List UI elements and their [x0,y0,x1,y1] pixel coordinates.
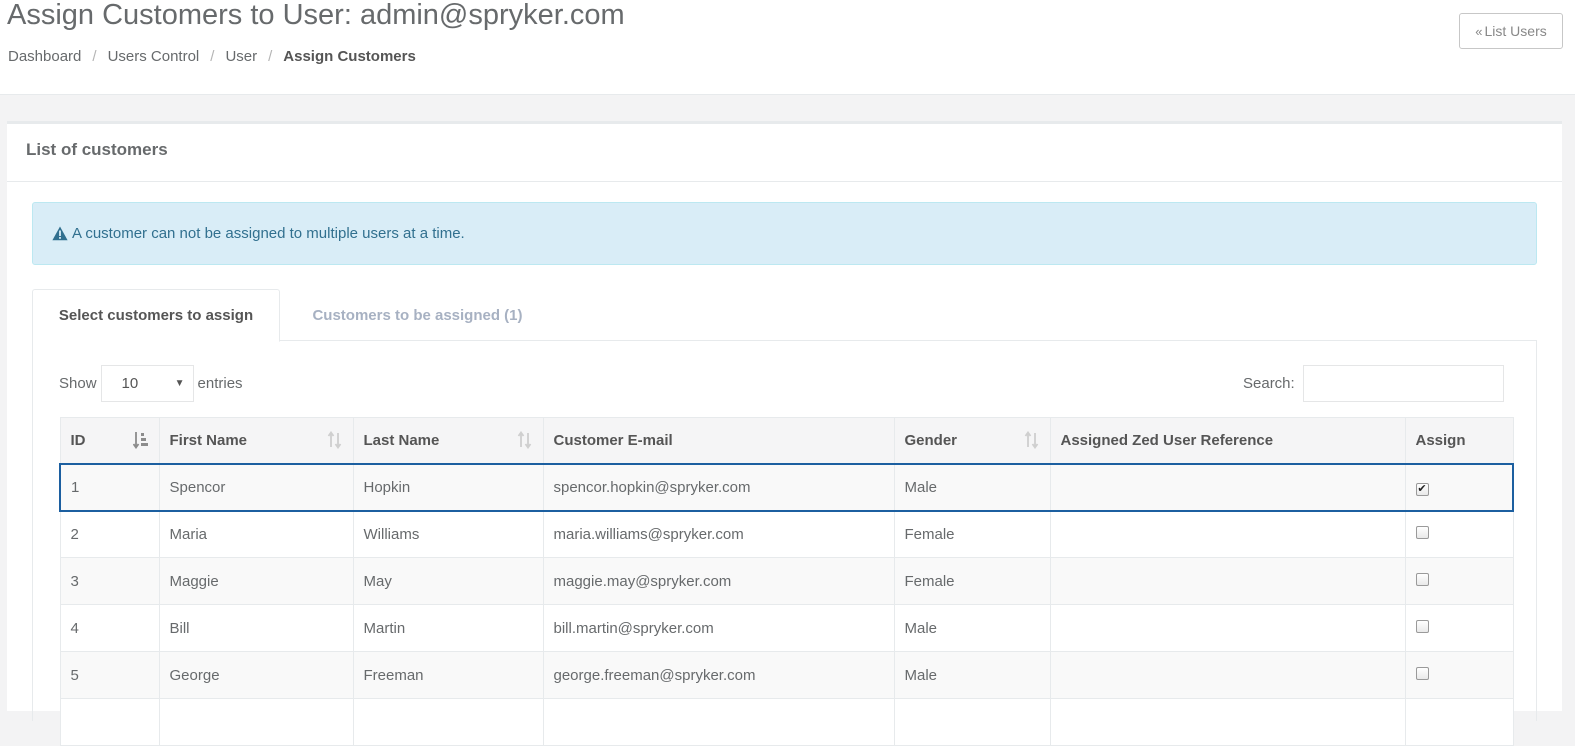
cell-email: maggie.may@spryker.com [542,557,895,605]
assign-checkbox[interactable] [1415,525,1429,539]
double-chevron-left-icon: « [1475,23,1483,39]
cell-zed-reference [1049,651,1406,699]
cell-email: george.freeman@spryker.com [542,651,895,699]
cell-id: 4 [59,604,160,652]
table-row[interactable]: 2 Maria Williams maria.williams@spryker.… [59,510,1514,558]
cell-last-name: Freeman [352,651,544,699]
cell-assign: ✔ [1404,462,1514,512]
cell-first-name: Bill [158,604,354,652]
column-header-last-name[interactable]: Last Name [352,417,544,464]
table-row[interactable]: 5 George Freeman george.freeman@spryker.… [59,651,1514,699]
show-label: Show [59,375,97,392]
alert-text: A customer can not be assigned to multip… [72,225,465,242]
customers-panel: List of customers A customer can not be … [7,121,1562,746]
search-label: Search: [1243,375,1295,392]
table-row[interactable]: 3 Maggie May maggie.may@spryker.com Fema… [59,557,1514,605]
entries-label: entries [197,375,243,392]
tab-panel: Show 10 ▼ entries Search: ID First Name … [32,341,1537,746]
breadcrumb-separator: / [92,48,97,65]
cell-gender: Male [893,462,1051,512]
panel-title: List of customers [7,124,1562,182]
cell-first-name: George [158,651,354,699]
cell-id: 3 [59,557,160,605]
search-control: Search: [1243,365,1504,402]
cell-id: 1 [59,462,160,512]
column-header-gender[interactable]: Gender [893,417,1051,464]
entries-length-control: Show 10 ▼ entries [59,365,243,402]
customers-table: ID First Name Last Name Customer E-mail … [59,417,1514,746]
tab-customers-to-be-assigned[interactable]: Customers to be assigned (1) [280,289,555,341]
caret-down-icon: ▼ [174,378,185,389]
page-title: Assign Customers to User: admin@spryker.… [7,0,625,31]
tabs: Select customers to assign Customers to … [32,289,1537,342]
cell-zed-reference [1049,557,1406,605]
entries-select-value: 10 [121,375,139,392]
cell-email: bill.martin@spryker.com [542,604,895,652]
column-header-assign: Assign [1404,417,1514,464]
cell-assign [1404,651,1514,699]
cell-gender: Male [893,604,1051,652]
table-row[interactable]: 1 Spencor Hopkin spencor.hopkin@spryker.… [59,462,1514,512]
list-users-label: List Users [1484,23,1547,39]
cell-last-name [352,698,544,746]
breadcrumb: Dashboard / Users Control / User / Assig… [8,48,416,65]
cell-zed-reference [1049,462,1406,512]
assign-checkbox[interactable] [1415,666,1429,680]
search-input[interactable] [1302,365,1504,402]
assign-checkbox[interactable] [1415,619,1429,633]
assign-checkbox[interactable]: ✔ [1415,482,1429,496]
table-header-row: ID First Name Last Name Customer E-mail … [59,417,1514,464]
cell-gender: Female [893,510,1051,558]
sort-both-icon [1024,431,1038,449]
page-header: Assign Customers to User: admin@spryker.… [0,0,1575,95]
cell-email: spencor.hopkin@spryker.com [542,462,895,512]
sort-ascending-icon [132,432,148,449]
warning-icon [52,226,68,241]
breadcrumb-users-control[interactable]: Users Control [108,48,200,65]
cell-first-name [158,698,354,746]
cell-email: maria.williams@spryker.com [542,510,895,558]
sort-both-icon [327,431,341,449]
cell-zed-reference [1049,698,1406,746]
cell-last-name: Martin [352,604,544,652]
table-row[interactable] [59,698,1514,746]
cell-assign [1404,557,1514,605]
cell-gender: Female [893,557,1051,605]
entries-select[interactable]: 10 ▼ [100,365,194,402]
breadcrumb-assign-customers: Assign Customers [283,48,416,65]
cell-zed-reference [1049,510,1406,558]
column-header-zed-reference: Assigned Zed User Reference [1049,417,1406,464]
breadcrumb-separator: / [210,48,215,65]
cell-gender: Male [893,651,1051,699]
cell-last-name: Williams [352,510,544,558]
cell-first-name: Maria [158,510,354,558]
table-row[interactable]: 4 Bill Martin bill.martin@spryker.com Ma… [59,604,1514,652]
cell-id: 5 [59,651,160,699]
cell-id: 2 [59,510,160,558]
cell-assign [1404,698,1514,746]
cell-first-name: Spencor [158,462,354,512]
cell-last-name: Hopkin [352,462,544,512]
cell-id [59,698,160,746]
breadcrumb-separator: / [268,48,273,65]
cell-last-name: May [352,557,544,605]
cell-email [542,698,895,746]
assign-checkbox[interactable] [1415,572,1429,586]
column-header-id[interactable]: ID [59,417,160,464]
sort-both-icon [517,431,531,449]
list-users-button[interactable]: « List Users [1459,13,1563,49]
tab-select-customers[interactable]: Select customers to assign [32,289,280,342]
column-header-first-name[interactable]: First Name [158,417,354,464]
column-header-email: Customer E-mail [542,417,895,464]
info-alert: A customer can not be assigned to multip… [32,202,1537,265]
breadcrumb-user[interactable]: User [225,48,257,65]
cell-assign [1404,604,1514,652]
cell-first-name: Maggie [158,557,354,605]
cell-zed-reference [1049,604,1406,652]
cell-assign [1404,510,1514,558]
breadcrumb-dashboard[interactable]: Dashboard [8,48,81,65]
cell-gender [893,698,1051,746]
